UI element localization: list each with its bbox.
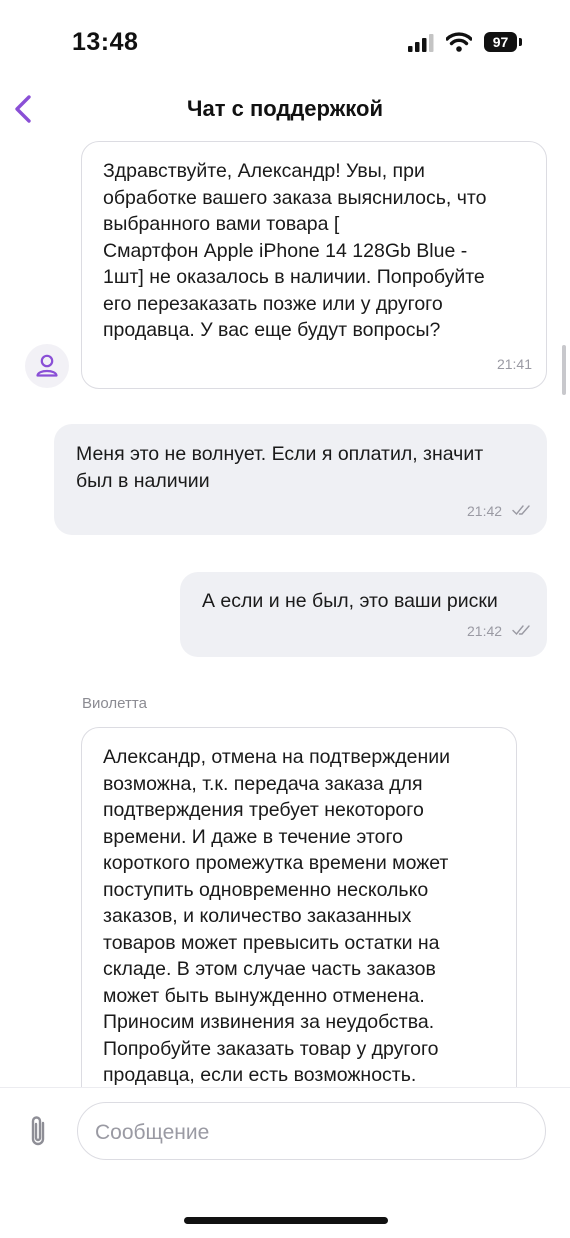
- scrollbar[interactable]: [562, 345, 566, 395]
- user-avatar-icon: [36, 354, 58, 377]
- status-time: 13:48: [72, 28, 139, 56]
- sender-name: Виолетта: [82, 695, 147, 712]
- avatar: [25, 344, 69, 388]
- message-bubble-incoming: Александр, отмена на подтверждении возмо…: [81, 727, 517, 1147]
- page-title: Чат с поддержкой: [187, 96, 383, 121]
- home-indicator[interactable]: [184, 1217, 388, 1224]
- wifi-icon: [446, 32, 472, 52]
- message-time: 21:42: [467, 503, 503, 519]
- message-text: Здравствуйте, Александр! Увы, при обрабо…: [103, 160, 487, 341]
- message-bubble-outgoing: А если и не был, это ваши риски 21:42: [180, 572, 547, 657]
- message-time: 21:42: [467, 623, 503, 639]
- double-check-icon: [512, 625, 530, 636]
- battery-level: 97: [484, 32, 517, 52]
- message-text: Меня это не волнует. Если я оплатил, зна…: [76, 443, 484, 492]
- message-input[interactable]: Сообщение: [77, 1102, 546, 1160]
- paperclip-icon[interactable]: [24, 1114, 52, 1150]
- double-check-icon: [512, 505, 530, 516]
- message-text: Александр, отмена на подтверждении возмо…: [103, 746, 451, 1086]
- cellular-signal-icon: [408, 34, 434, 52]
- message-bubble-outgoing: Меня это не волнует. Если я оплатил, зна…: [54, 424, 547, 535]
- battery-icon: 97: [484, 32, 522, 52]
- message-bubble-incoming: Здравствуйте, Александр! Увы, при обрабо…: [81, 141, 547, 389]
- message-time: 21:41: [496, 356, 532, 372]
- message-text: А если и не был, это ваши риски: [202, 590, 498, 612]
